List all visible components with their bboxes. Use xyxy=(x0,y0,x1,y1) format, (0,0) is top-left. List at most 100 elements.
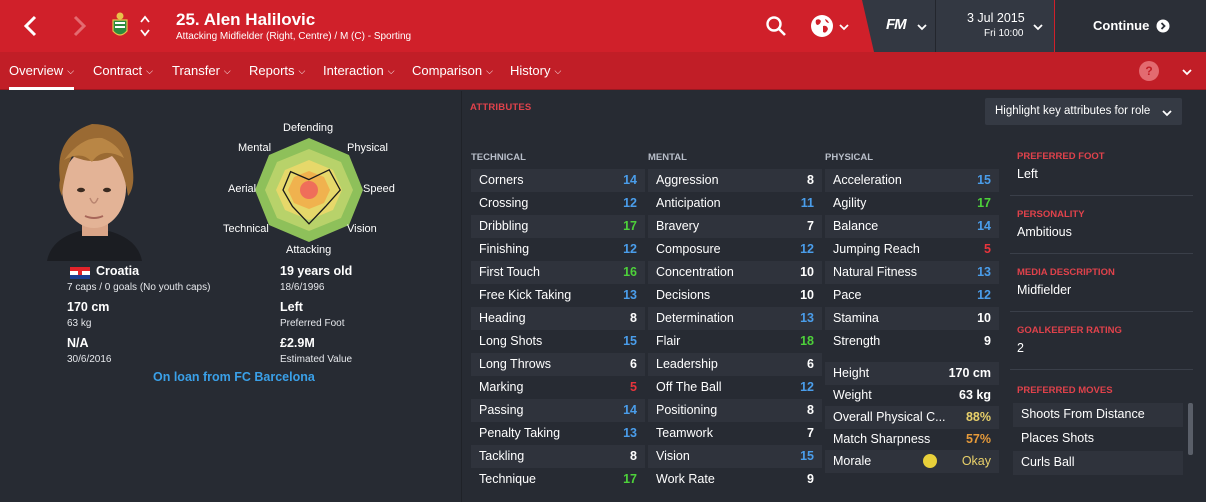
divider xyxy=(1010,253,1193,254)
date-chevron-down-icon[interactable] xyxy=(1032,20,1044,32)
attribute-value: 12 xyxy=(977,288,991,302)
attribute-name: Stamina xyxy=(833,311,879,325)
mental-attribute-row[interactable]: Work Rate 9 xyxy=(648,468,822,491)
preferred-move-item[interactable]: Curls Ball xyxy=(1013,451,1183,475)
contract-status: N/A xyxy=(67,336,89,350)
divider xyxy=(1010,195,1193,196)
mental-attribute-row[interactable]: Leadership 6 xyxy=(648,353,822,376)
mental-attribute-row[interactable]: Teamwork 7 xyxy=(648,422,822,445)
technical-attribute-row[interactable]: First Touch 16 xyxy=(471,261,645,284)
preferred-foot-value: Left xyxy=(280,300,303,314)
help-icon[interactable]: ? xyxy=(1139,61,1159,81)
technical-attribute-row[interactable]: Long Throws 6 xyxy=(471,353,645,376)
technical-attribute-row[interactable]: Crossing 12 xyxy=(471,192,645,215)
mental-attribute-row[interactable]: Concentration 10 xyxy=(648,261,822,284)
physical-info-row[interactable]: Match Sharpness 57% xyxy=(825,428,999,451)
attribute-value: 12 xyxy=(623,196,637,210)
club-crest-icon[interactable] xyxy=(110,11,130,41)
tab-contract[interactable]: Contract ⌵ xyxy=(93,63,153,78)
tab-transfer[interactable]: Transfer ⌵ xyxy=(172,63,231,78)
physical-attribute-row[interactable]: Pace 12 xyxy=(825,284,999,307)
attribute-value: 7 xyxy=(807,219,814,233)
mental-attribute-row[interactable]: Determination 13 xyxy=(648,307,822,330)
radar-label-technical: Technical xyxy=(223,223,269,235)
mental-attribute-row[interactable]: Decisions 10 xyxy=(648,284,822,307)
attribute-name: Penalty Taking xyxy=(479,426,561,440)
highlight-role-dropdown[interactable]: Highlight key attributes for role xyxy=(985,98,1182,125)
nation[interactable]: Croatia xyxy=(96,264,139,278)
mental-attribute-row[interactable]: Vision 15 xyxy=(648,445,822,468)
mental-attribute-row[interactable]: Flair 18 xyxy=(648,330,822,353)
up-down-icon[interactable] xyxy=(138,12,152,40)
physical-header: PHYSICAL xyxy=(825,152,874,163)
attribute-name: Morale xyxy=(833,454,872,468)
continue-arrow-icon xyxy=(1156,19,1170,33)
attribute-value: 14 xyxy=(623,173,637,187)
highlight-role-label: Highlight key attributes for role xyxy=(995,105,1151,117)
globe-chevron-down-icon[interactable] xyxy=(838,20,850,32)
mental-attribute-row[interactable]: Composure 12 xyxy=(648,238,822,261)
mental-attribute-row[interactable]: Bravery 7 xyxy=(648,215,822,238)
technical-attribute-row[interactable]: Corners 14 xyxy=(471,169,645,192)
technical-attribute-row[interactable]: Long Shots 15 xyxy=(471,330,645,353)
estimated-value-label: Estimated Value xyxy=(280,354,353,365)
tab-comparison[interactable]: Comparison ⌵ xyxy=(412,63,493,78)
menu-chevron-down-icon[interactable] xyxy=(1181,65,1193,77)
moves-scrollbar[interactable] xyxy=(1188,403,1193,455)
attribute-name: Corners xyxy=(479,173,524,187)
technical-attribute-row[interactable]: Tackling 8 xyxy=(471,445,645,468)
mental-attribute-row[interactable]: Positioning 8 xyxy=(648,399,822,422)
mental-attribute-row[interactable]: Aggression 8 xyxy=(648,169,822,192)
chevron-down-icon: ⌵ xyxy=(223,66,231,76)
attribute-value: 13 xyxy=(800,311,814,325)
tab-label: Contract xyxy=(93,63,143,78)
attribute-name: Overall Physical C... xyxy=(833,410,946,424)
radar-label-physical: Physical xyxy=(347,142,388,154)
technical-attribute-row[interactable]: Heading 8 xyxy=(471,307,645,330)
tab-interaction[interactable]: Interaction ⌵ xyxy=(323,63,395,78)
tab-reports[interactable]: Reports ⌵ xyxy=(249,63,305,78)
chevron-down-icon: ⌵ xyxy=(146,66,153,76)
technical-attribute-row[interactable]: Dribbling 17 xyxy=(471,215,645,238)
radar-label-mental: Mental xyxy=(238,142,272,154)
physical-info-row[interactable]: Weight 63 kg xyxy=(825,384,999,407)
physical-info-row[interactable]: Overall Physical C... 88% xyxy=(825,406,999,429)
technical-attribute-row[interactable]: Penalty Taking 13 xyxy=(471,422,645,445)
physical-attribute-row[interactable]: Stamina 10 xyxy=(825,307,999,330)
mental-attribute-row[interactable]: Off The Ball 12 xyxy=(648,376,822,399)
physical-info-row[interactable]: Morale Okay xyxy=(825,450,999,473)
attribute-name: First Touch xyxy=(479,265,540,279)
technical-attribute-row[interactable]: Marking 5 xyxy=(471,376,645,399)
physical-attribute-row[interactable]: Agility 17 xyxy=(825,192,999,215)
mental-attribute-row[interactable]: Anticipation 11 xyxy=(648,192,822,215)
physical-attribute-row[interactable]: Balance 14 xyxy=(825,215,999,238)
physical-info-row[interactable]: Height 170 cm xyxy=(825,362,999,385)
physical-attribute-row[interactable]: Natural Fitness 13 xyxy=(825,261,999,284)
technical-attribute-row[interactable]: Free Kick Taking 13 xyxy=(471,284,645,307)
attribute-value: 12 xyxy=(623,242,637,256)
continue-button[interactable]: Continue xyxy=(1055,0,1206,52)
forward-icon[interactable] xyxy=(66,13,92,39)
attribute-value: 17 xyxy=(623,219,637,233)
search-icon[interactable] xyxy=(765,15,787,37)
technical-attribute-row[interactable]: Finishing 12 xyxy=(471,238,645,261)
attribute-value: 18 xyxy=(800,334,814,348)
physical-attribute-row[interactable]: Acceleration 15 xyxy=(825,169,999,192)
physical-attribute-row[interactable]: Jumping Reach 5 xyxy=(825,238,999,261)
tab-history[interactable]: History ⌵ xyxy=(510,63,561,78)
fm-chevron-down-icon[interactable] xyxy=(916,20,928,32)
loan-link[interactable]: On loan from FC Barcelona xyxy=(153,370,315,384)
preferred-move-item[interactable]: Places Shots xyxy=(1013,427,1183,451)
back-icon[interactable] xyxy=(18,13,44,39)
technical-attribute-row[interactable]: Passing 14 xyxy=(471,399,645,422)
attribute-name: Concentration xyxy=(656,265,734,279)
preferred-move-item[interactable]: Shoots From Distance xyxy=(1013,403,1183,427)
technical-attribute-row[interactable]: Technique 17 xyxy=(471,468,645,491)
attribute-value: 17 xyxy=(623,472,637,486)
attribute-value: 6 xyxy=(807,357,814,371)
physical-attribute-row[interactable]: Strength 9 xyxy=(825,330,999,353)
globe-icon[interactable] xyxy=(810,14,834,38)
fm-menu[interactable]: FM 3 Jul 2015 Fri 10:00 xyxy=(880,0,1054,52)
tab-overview[interactable]: Overview ⌵ xyxy=(9,63,75,90)
attribute-value: 57% xyxy=(965,432,991,446)
